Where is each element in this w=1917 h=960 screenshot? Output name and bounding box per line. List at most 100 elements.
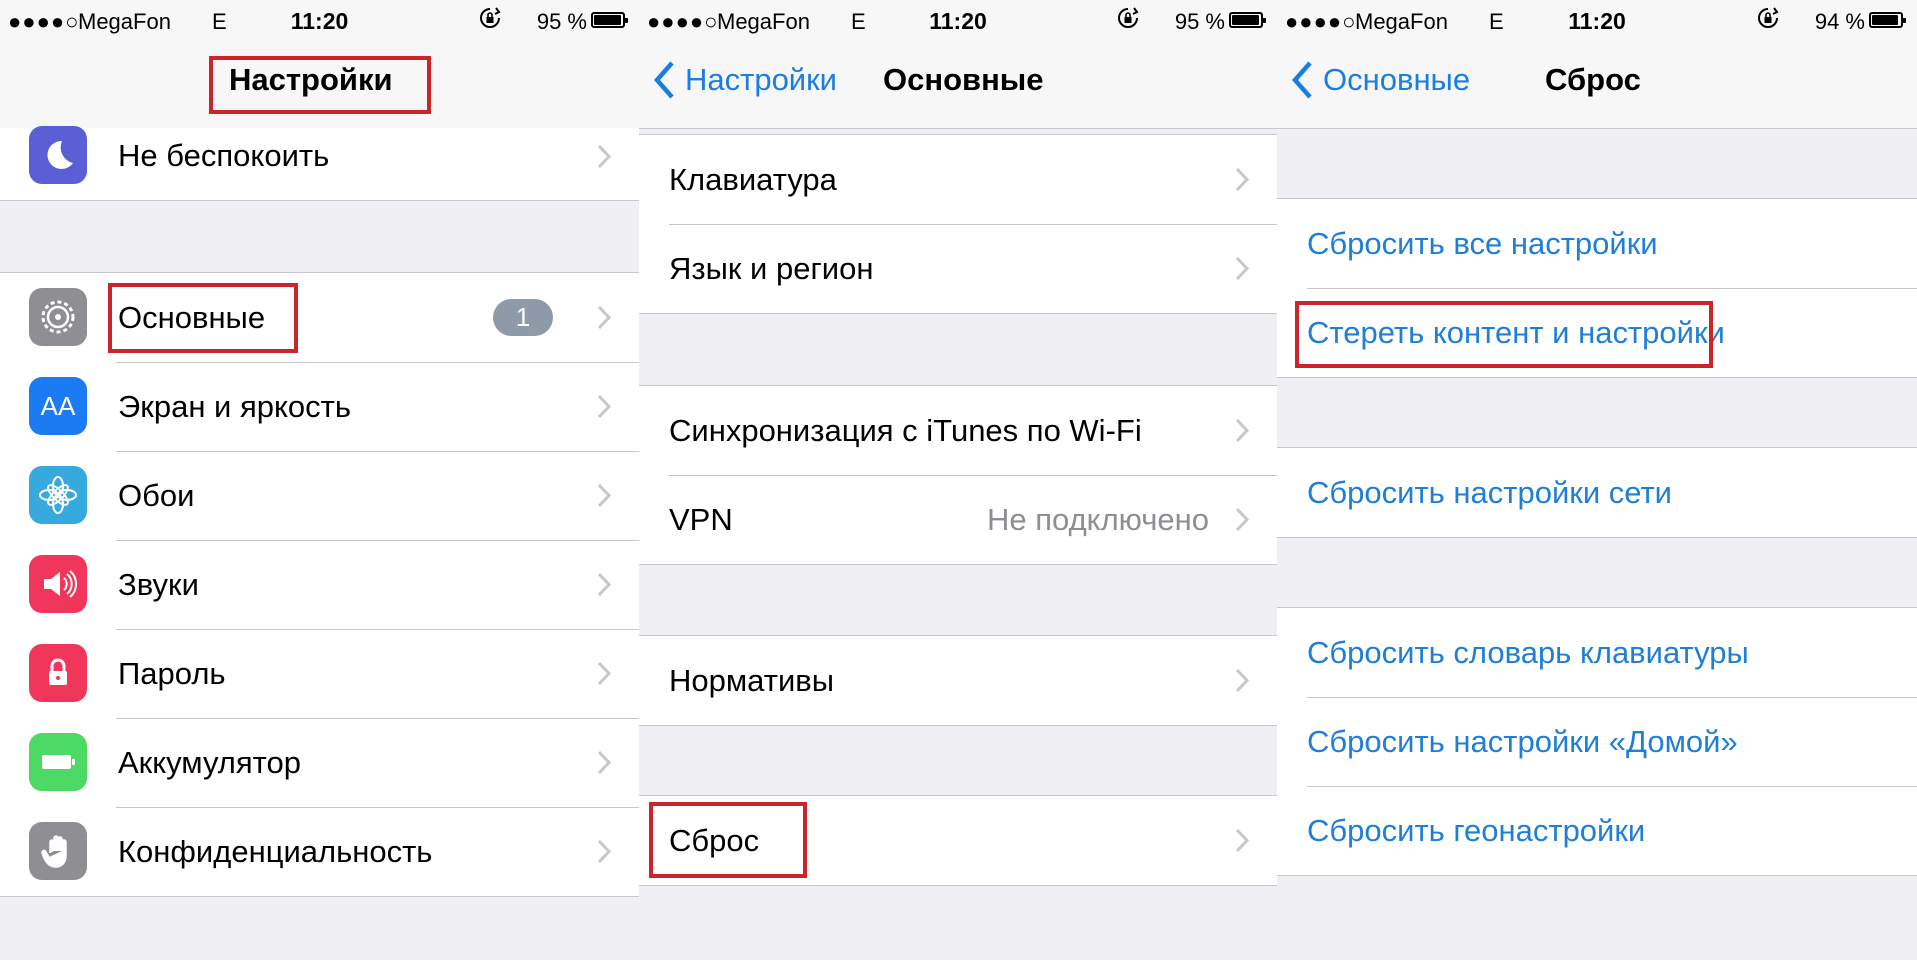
general-panel: ●●●●○ MegaFon E 11:20 95 % Настройки Осн… [639,0,1277,960]
text-size-icon: AA [29,377,87,435]
reset-option-label: Стереть контент и настройки [1307,314,1725,350]
reset-option-label: Сбросить настройки сети [1307,474,1672,510]
settings-item-do-not-disturb[interactable]: Не беспокоить [0,126,639,200]
gear-icon [29,288,87,346]
erase-content-and-settings-button[interactable]: Стереть контент и настройки [1277,288,1917,377]
chevron-right-icon [597,305,611,330]
general-item-vpn[interactable]: VPN Не подключено [639,475,1277,564]
settings-item-passcode[interactable]: Пароль [0,629,639,718]
battery-indicator [1869,12,1906,28]
reset-network-settings-button[interactable]: Сбросить настройки сети [1277,448,1917,537]
settings-item-label: Звуки [118,566,199,602]
settings-item-general[interactable]: Основные 1 [0,273,639,362]
settings-item-wallpaper[interactable]: Обои [0,451,639,540]
rotation-lock-icon [1118,7,1139,28]
text-size-glyph: AA [40,390,76,421]
settings-group-main: Основные 1 AA Экран и яркость Обои Звуки [0,272,639,897]
navigation-bar: Настройки Основные [639,42,1277,129]
general-item-regulatory[interactable]: Нормативы [639,636,1277,725]
reset-panel: ●●●●○ MegaFon E 11:20 94 % Основные Сбро… [1277,0,1917,960]
reset-keyboard-dictionary-button[interactable]: Сбросить словарь клавиатуры [1277,608,1917,697]
general-item-label: Синхронизация с iTunes по Wi-Fi [669,412,1142,448]
battery-indicator [591,12,628,28]
status-bar: ●●●●○ MegaFon E 11:20 95 % [0,0,639,42]
general-item-label: Нормативы [669,662,835,698]
battery-indicator [1229,12,1266,28]
general-item-language[interactable]: Язык и регион [639,224,1277,313]
reset-option-label: Сбросить словарь клавиатуры [1307,634,1749,670]
rotation-lock-icon [480,7,501,28]
back-button[interactable]: Настройки [653,60,837,100]
update-badge: 1 [493,299,553,336]
general-group-regulatory: Нормативы [639,635,1277,726]
general-item-itunes-sync[interactable]: Синхронизация с iTunes по Wi-Fi [639,386,1277,475]
moon-icon [29,126,87,184]
rotation-lock-icon [1758,7,1779,28]
reset-home-screen-button[interactable]: Сбросить настройки «Домой» [1277,697,1917,786]
page-title: Сброс [1545,62,1641,97]
general-item-label: Язык и регион [669,250,874,286]
battery-percent: 94 % [1814,9,1865,34]
reset-option-label: Сбросить настройки «Домой» [1307,723,1738,759]
general-item-keyboard[interactable]: Клавиатура [639,135,1277,224]
settings-item-display[interactable]: AA Экран и яркость [0,362,639,451]
status-bar: ●●●●○ MegaFon E 11:20 95 % [639,0,1277,42]
settings-panel: ●●●●○ MegaFon E 11:20 95 % Настройки Не … [0,0,639,960]
page-title: Настройки [229,62,393,97]
chevron-right-icon [597,483,611,508]
chevron-right-icon [597,144,611,169]
lock-icon [29,644,87,702]
chevron-right-icon [597,394,611,419]
settings-item-label: Обои [118,477,195,513]
settings-item-label: Экран и яркость [118,388,352,424]
battery-fill [1232,15,1259,25]
general-group-keyboard: Клавиатура Язык и регион [639,134,1277,314]
page-title: Основные [883,62,1044,97]
general-item-label: VPN [669,501,733,537]
general-item-label: Сброс [669,822,760,858]
reset-all-settings-button[interactable]: Сбросить все настройки [1277,199,1917,288]
general-group-reset: Сброс [639,795,1277,886]
battery-fill [594,15,621,25]
chevron-left-icon [653,61,674,99]
settings-group-dnd: Не беспокоить [0,126,639,201]
settings-item-privacy[interactable]: Конфиденциальность [0,807,639,896]
chevron-right-icon [597,661,611,686]
navigation-bar: Основные Сброс [1277,42,1917,129]
settings-item-label: Пароль [118,655,226,691]
reset-location-privacy-button[interactable]: Сбросить геонастройки [1277,786,1917,875]
settings-item-sounds[interactable]: Звуки [0,540,639,629]
back-button[interactable]: Основные [1291,60,1470,100]
chevron-right-icon [1235,418,1249,443]
reset-group-other: Сбросить словарь клавиатуры Сбросить нас… [1277,607,1917,876]
status-bar: ●●●●○ MegaFon E 11:20 94 % [1277,0,1917,42]
hand-icon [29,822,87,880]
chevron-right-icon [1235,167,1249,192]
flower-icon [29,466,87,524]
chevron-right-icon [1235,828,1249,853]
general-item-label: Клавиатура [669,161,837,197]
battery-percent: 95 % [1174,9,1225,34]
battery-percent: 95 % [536,9,587,34]
battery-fill [1872,15,1899,25]
settings-item-battery[interactable]: Аккумулятор [0,718,639,807]
chevron-right-icon [597,839,611,864]
reset-group-network: Сбросить настройки сети [1277,447,1917,538]
chevron-right-icon [1235,256,1249,281]
settings-item-label: Не беспокоить [118,138,330,173]
settings-item-label: Аккумулятор [118,744,301,780]
reset-option-label: Сбросить геонастройки [1307,812,1646,848]
reset-group-settings: Сбросить все настройки Стереть контент и… [1277,198,1917,378]
reset-option-label: Сбросить все настройки [1307,225,1658,261]
settings-item-label: Основные [118,299,266,335]
back-button-label: Настройки [685,62,838,97]
chevron-right-icon [597,572,611,597]
chevron-right-icon [1235,668,1249,693]
speaker-icon [29,555,87,613]
chevron-right-icon [597,750,611,775]
navigation-bar: Настройки [0,42,639,129]
general-item-reset[interactable]: Сброс [639,796,1277,885]
settings-item-label: Конфиденциальность [118,833,433,869]
general-group-sync: Синхронизация с iTunes по Wi-Fi VPN Не п… [639,385,1277,565]
vpn-status-value: Не подключено [987,501,1209,537]
